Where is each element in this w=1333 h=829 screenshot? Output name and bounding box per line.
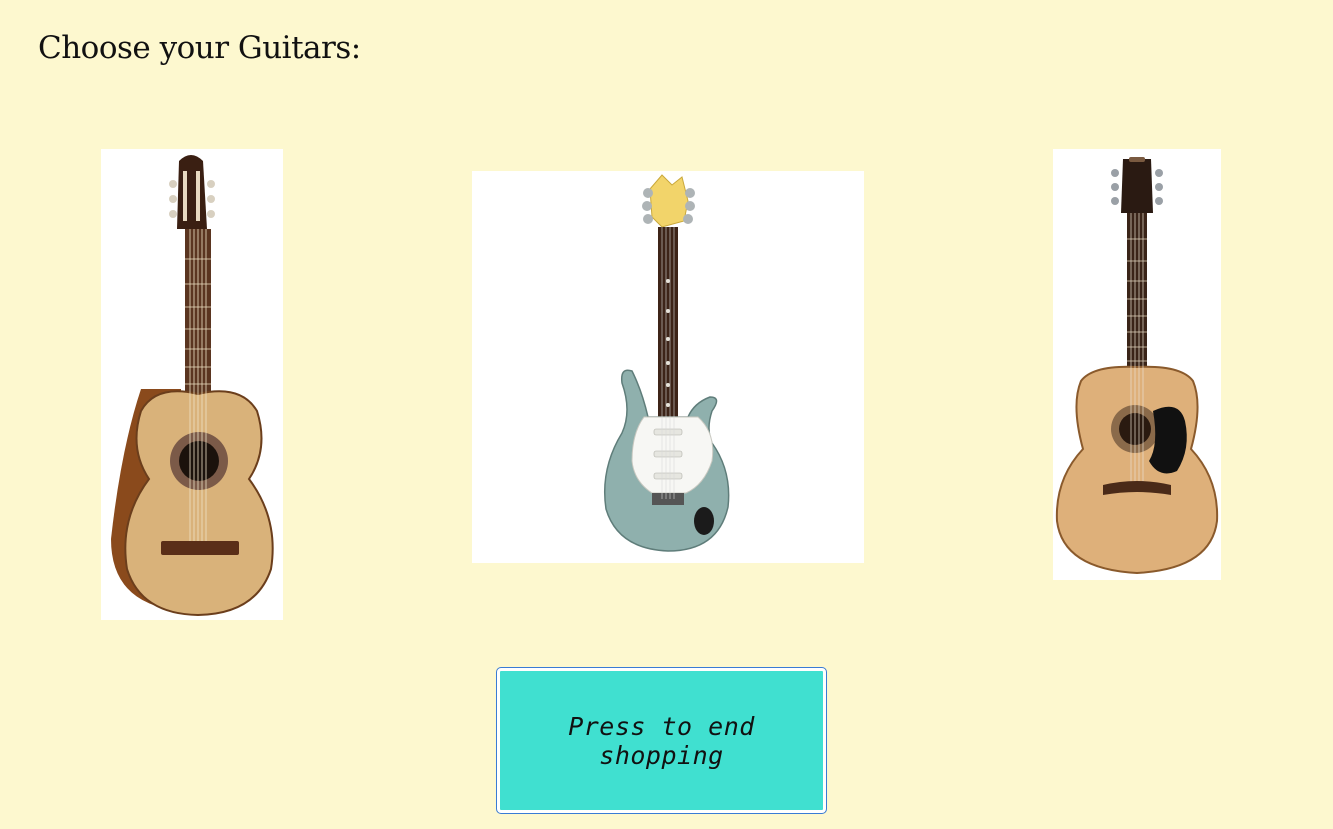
electric-guitar-icon xyxy=(603,174,730,552)
classical-guitar-image[interactable] xyxy=(101,149,283,620)
acoustic-guitar-icon xyxy=(1055,157,1219,575)
electric-guitar-image[interactable] xyxy=(472,171,864,563)
end-shopping-button-label: Press to end shopping xyxy=(568,711,755,770)
classical-guitar-icon xyxy=(111,155,274,617)
acoustic-guitar-image[interactable] xyxy=(1053,149,1221,580)
end-shopping-button[interactable]: Press to end shopping xyxy=(496,667,827,814)
page-title: Choose your Guitars: xyxy=(38,30,361,66)
